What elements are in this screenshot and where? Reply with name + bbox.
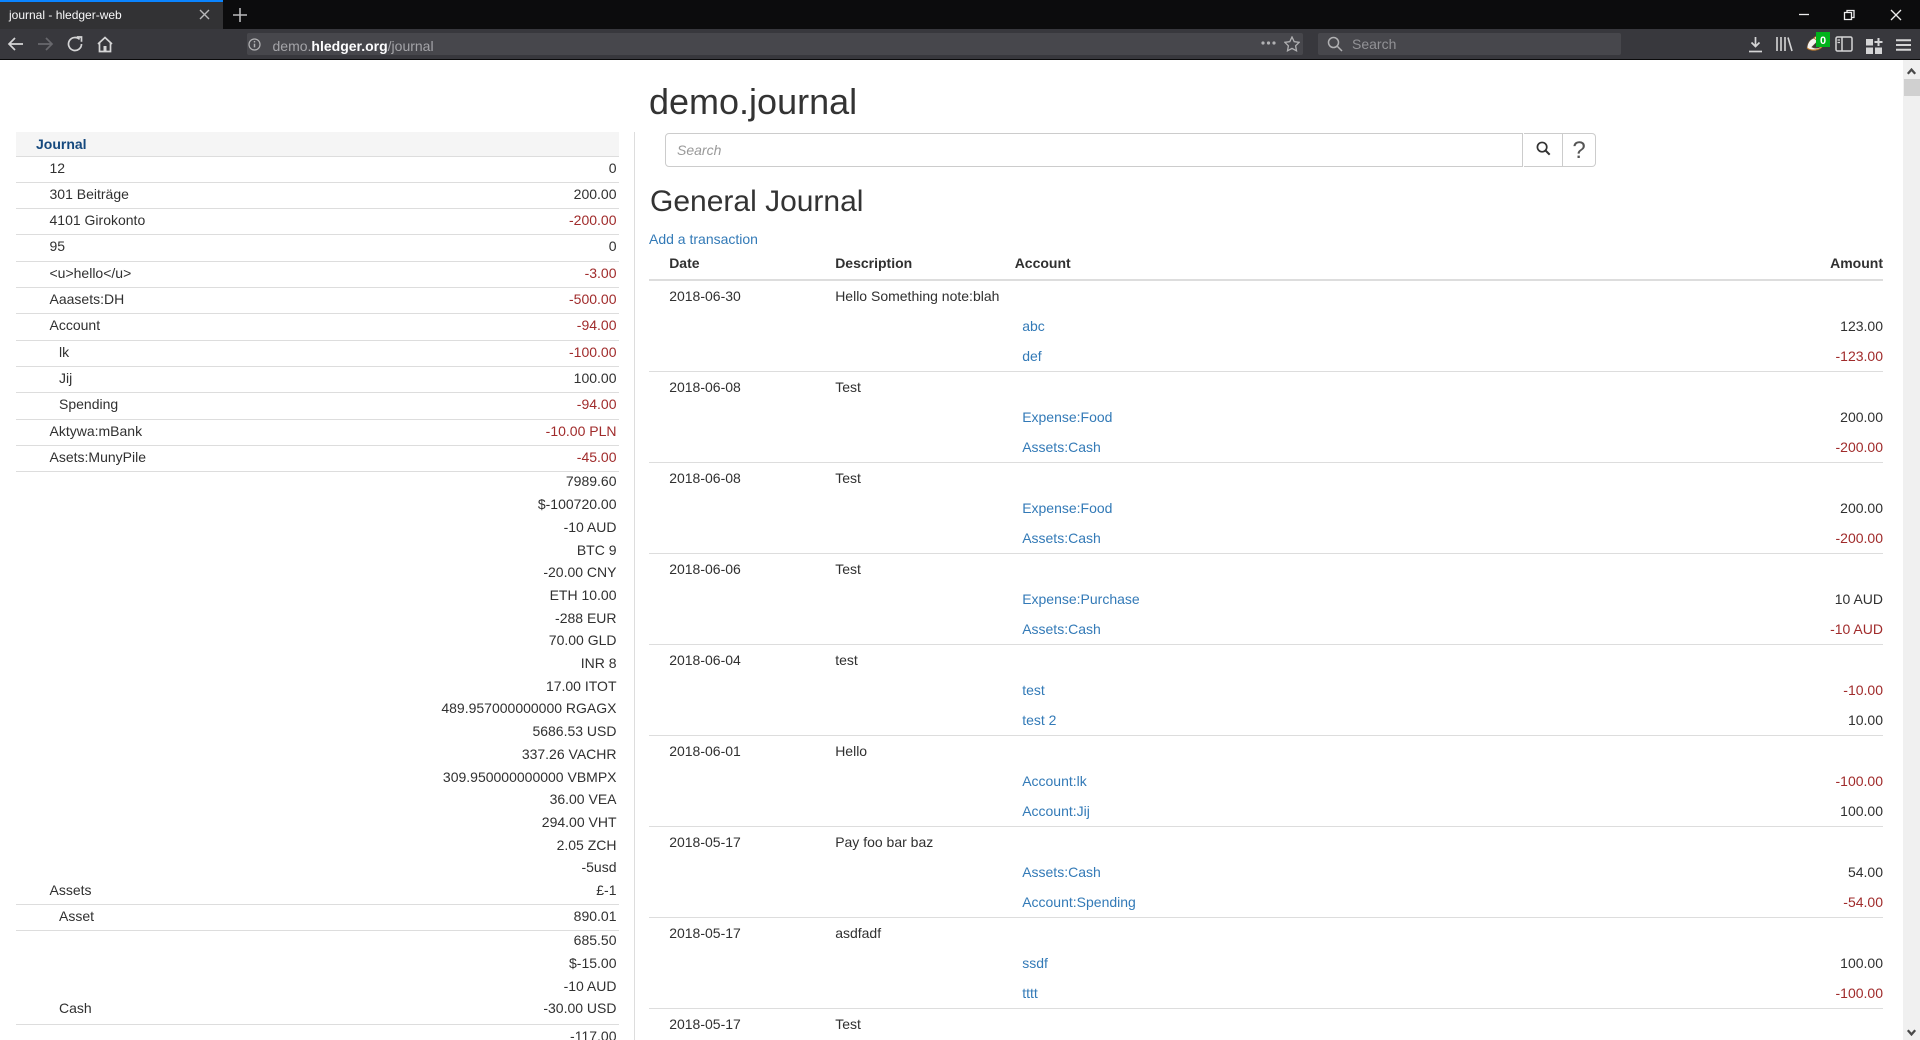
svg-text:0: 0 <box>1820 35 1826 47</box>
